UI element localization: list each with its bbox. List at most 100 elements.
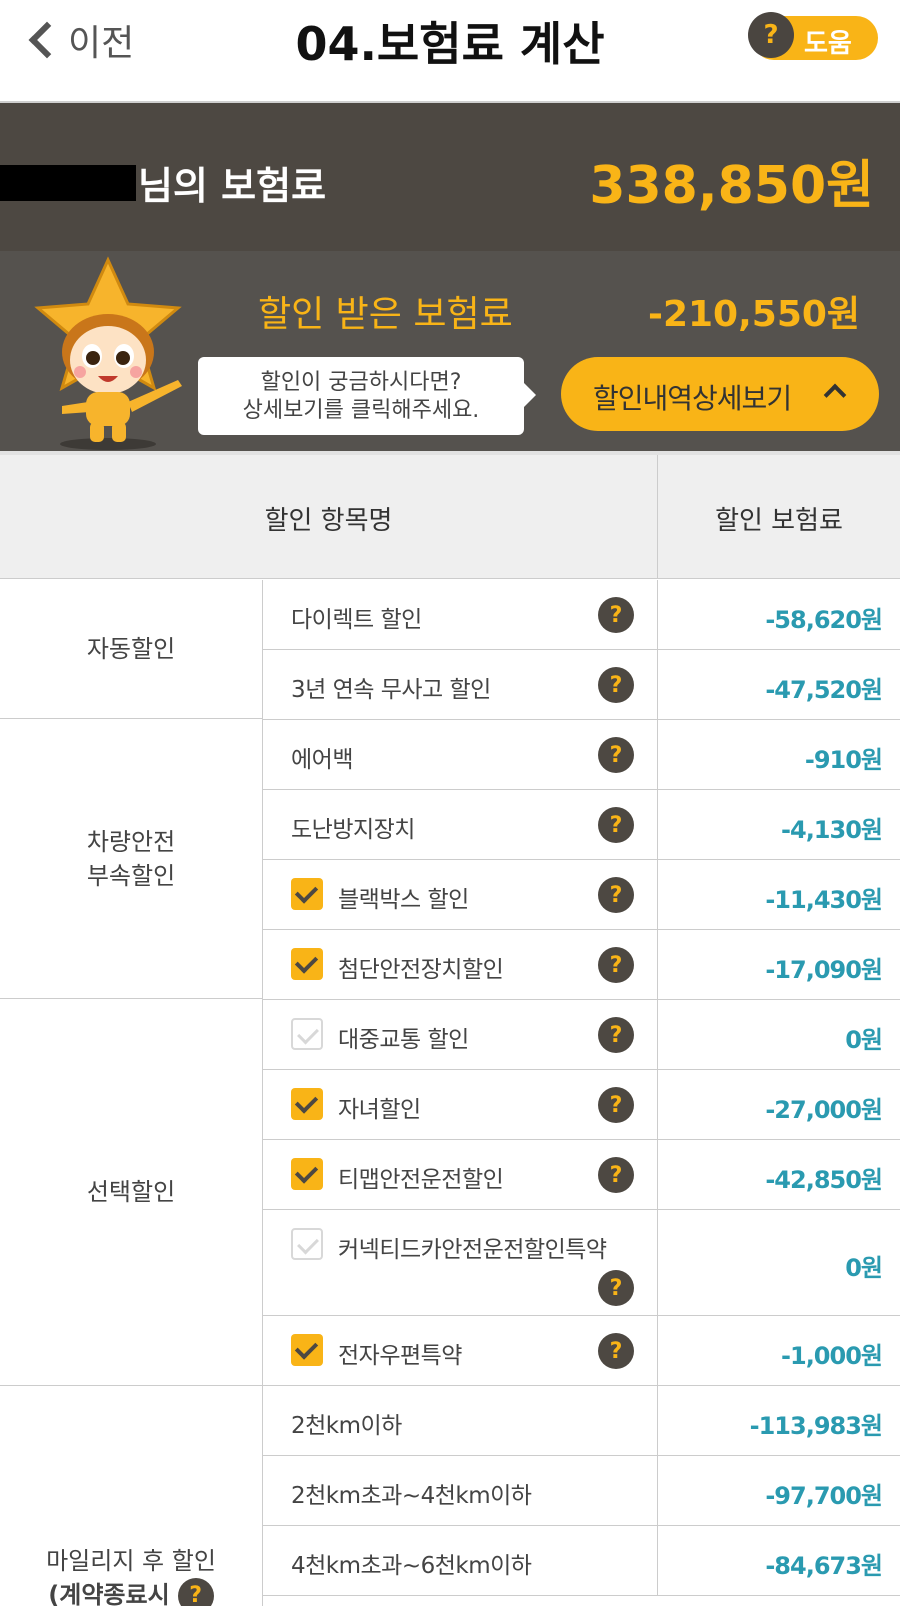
group-label: 선택할인 [86, 1178, 176, 1206]
cell-divider [657, 1386, 658, 1455]
chevron-up-icon [823, 383, 847, 407]
group-auto-discount: 자동할인 [0, 580, 263, 719]
table-row: 3년 연속 무사고 할인 ? -47,520원 [263, 650, 900, 720]
cell-divider [657, 1210, 658, 1315]
row-item-name: 에어백 [291, 747, 353, 773]
discount-detail-button[interactable]: 할인내역상세보기 [561, 357, 879, 431]
question-icon[interactable]: ? [598, 1333, 634, 1369]
group-vehicle-safety-discount: 차량안전 부속할인 [0, 719, 263, 999]
row-item-name: 도난방지장치 [291, 817, 415, 843]
name-suffix: 님의 보험료 [138, 164, 327, 208]
row-item-name: 2천km이하 [291, 1413, 402, 1439]
hint-line-2: 상세보기를 클릭해주세요. [242, 398, 480, 423]
row-item-name: 블랙박스 할인 [338, 887, 469, 913]
table-row: 블랙박스 할인 ? -11,430원 [263, 860, 900, 930]
group-label: 자동할인 [86, 635, 176, 663]
cell-divider [657, 1000, 658, 1069]
top-bar: 이전 04.보험료 계산 ? 도움 [0, 0, 900, 103]
redacted-name [0, 164, 136, 201]
total-premium-amount: 338,850원 [589, 156, 874, 216]
question-icon[interactable]: ? [598, 737, 634, 773]
group-label-line-1: 차량안전 [86, 827, 176, 856]
question-icon[interactable]: ? [598, 1157, 634, 1193]
row-discount-amount: -58,620원 [765, 606, 883, 634]
table-row: 티맵안전운전할인 ? -42,850원 [263, 1140, 900, 1210]
table-row: 전자우편특약 ? -1,000원 [263, 1316, 900, 1386]
cell-divider [657, 1456, 658, 1525]
row-item-name: 2천km초과~4천km이하 [291, 1483, 532, 1509]
question-icon[interactable]: ? [177, 1578, 214, 1606]
row-item-name: 전자우편특약 [338, 1343, 462, 1369]
cell-divider [657, 580, 658, 649]
question-icon[interactable]: ? [598, 1017, 634, 1053]
question-icon[interactable]: ? [598, 597, 634, 633]
row-discount-amount: 0원 [845, 1254, 883, 1282]
table-row: 2천km이하 -113,983원 [263, 1386, 900, 1456]
table-row: 대중교통 할인 ? 0원 [263, 1000, 900, 1070]
question-icon[interactable]: ? [598, 667, 634, 703]
checkbox-checked[interactable] [291, 948, 323, 980]
discount-table-header: 할인 항목명 할인 보험료 [0, 455, 900, 579]
star-mascot [34, 256, 182, 450]
checkbox-checked[interactable] [291, 1334, 323, 1366]
row-item-name: 첨단안전장치할인 [338, 957, 504, 983]
column-discount-amount: 할인 보험료 [715, 506, 843, 536]
checkbox-checked[interactable] [291, 878, 323, 910]
checkbox-unchecked[interactable] [291, 1228, 323, 1260]
hint-bubble: 할인이 궁금하시다면? 상세보기를 클릭해주세요. [198, 357, 536, 435]
cell-divider [657, 790, 658, 859]
question-icon[interactable]: ? [598, 947, 634, 983]
row-item-name: 4천km초과~6천km이하 [291, 1553, 532, 1579]
row-discount-amount: -1,000원 [781, 1342, 883, 1370]
row-discount-amount: -42,850원 [765, 1166, 883, 1194]
row-discount-amount: -11,430원 [765, 886, 883, 914]
cell-divider [657, 1316, 658, 1385]
row-item-name: 대중교통 할인 [338, 1027, 469, 1053]
discount-amount: -210,550원 [648, 294, 861, 335]
table-row: 자녀할인 ? -27,000원 [263, 1070, 900, 1140]
cell-divider [657, 860, 658, 929]
help-button[interactable]: ? 도움 [748, 12, 878, 60]
checkbox-checked[interactable] [291, 1088, 323, 1120]
discount-label: 할인 받은 보험료 [258, 294, 513, 335]
row-discount-amount: -910원 [804, 746, 883, 774]
help-label: 도움 [804, 29, 852, 59]
group-mileage-discount: 마일리지 후 할인 (계약종료시? [0, 1386, 263, 1606]
checkbox-unchecked[interactable] [291, 1018, 323, 1050]
row-item-name: 티맵안전운전할인 [338, 1167, 504, 1193]
checkbox-checked[interactable] [291, 1158, 323, 1190]
discount-detail-label: 할인내역상세보기 [593, 382, 792, 415]
row-discount-amount: -84,673원 [765, 1552, 883, 1580]
row-discount-amount: -47,520원 [765, 676, 883, 704]
group-label-line-2: 부속할인 [86, 861, 176, 890]
row-discount-amount: -113,983원 [749, 1412, 883, 1440]
group-label-line-2: (계약종료시? [46, 1578, 216, 1606]
table-row: 에어백 ? -910원 [263, 720, 900, 790]
cell-divider [657, 1070, 658, 1139]
row-item-name: 다이렉트 할인 [291, 607, 422, 633]
question-icon[interactable]: ? [598, 877, 634, 913]
column-item-name: 할인 항목명 [264, 506, 393, 536]
row-discount-amount: -4,130원 [781, 816, 883, 844]
cell-divider [657, 1526, 658, 1595]
table-row: 첨단안전장치할인 ? -17,090원 [263, 930, 900, 1000]
group-label-line-1: 마일리지 후 할인 [46, 1547, 216, 1575]
table-row: 다이렉트 할인 ? -58,620원 [263, 580, 900, 650]
cell-divider [657, 930, 658, 999]
hint-line-1: 할인이 궁금하시다면? [260, 370, 462, 395]
question-icon[interactable]: ? [598, 1087, 634, 1123]
group-label-line-2-text: (계약종료시 [48, 1581, 170, 1606]
total-premium-band: 님의 보험료 338,850원 [0, 103, 900, 251]
cell-divider [657, 720, 658, 789]
row-discount-amount: 0원 [845, 1026, 883, 1054]
group-optional-discount: 선택할인 [0, 999, 263, 1386]
cell-divider [657, 650, 658, 719]
insured-name: 님의 보험료 [0, 155, 326, 210]
question-icon[interactable]: ? [598, 1270, 634, 1306]
question-icon: ? [748, 12, 794, 58]
row-item-name: 자녀할인 [338, 1097, 421, 1123]
row-item-name: 3년 연속 무사고 할인 [291, 677, 491, 703]
table-row: 도난방지장치 ? -4,130원 [263, 790, 900, 860]
question-icon[interactable]: ? [598, 807, 634, 843]
row-discount-amount: -17,090원 [765, 956, 883, 984]
